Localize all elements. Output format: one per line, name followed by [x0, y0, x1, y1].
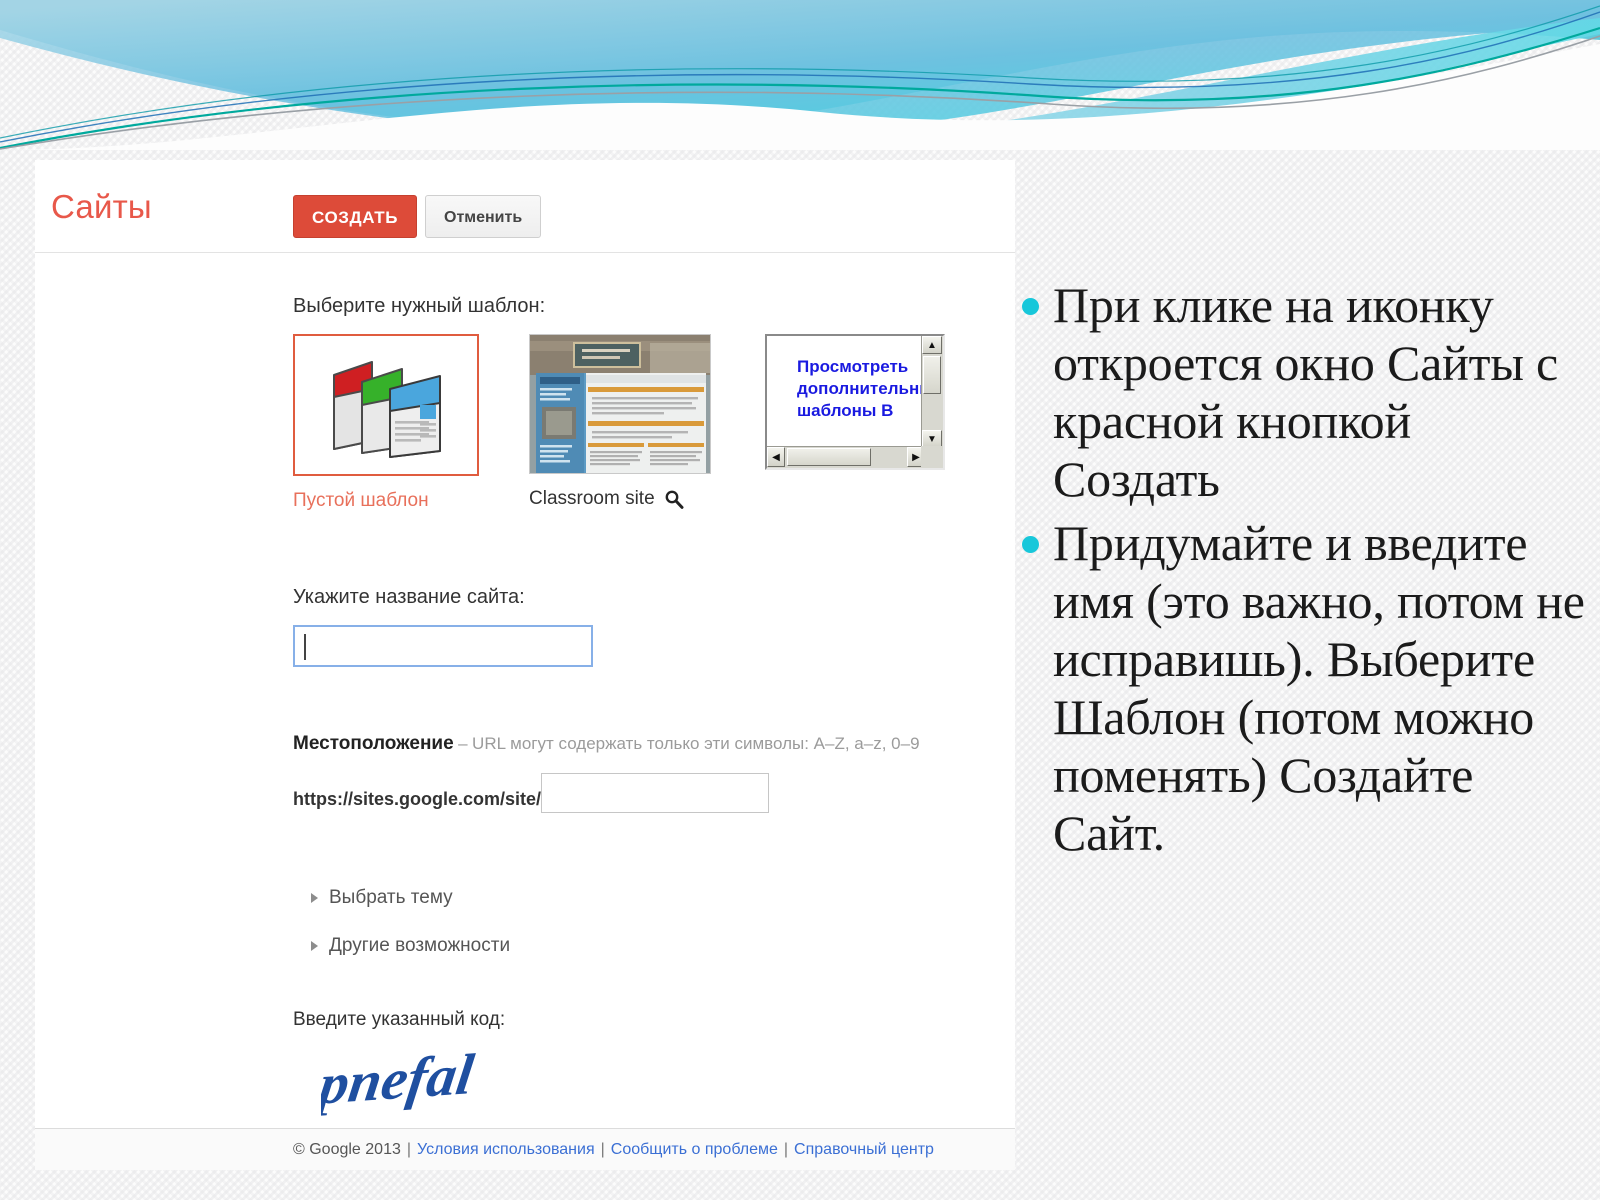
- chevron-right-icon: [311, 941, 318, 951]
- horizontal-scroll-thumb[interactable]: [787, 448, 871, 466]
- classroom-template-label-row: Classroom site: [529, 488, 719, 510]
- more-templates-box[interactable]: Просмотреть дополнительные шаблоны В ▲ ▼…: [765, 334, 945, 470]
- sites-form: Выберите нужный шаблон: Пустой шаблон Cl…: [35, 253, 1015, 1117]
- sites-footer: © Google 2013 | Условия использования | …: [35, 1128, 1015, 1170]
- footer-link-report[interactable]: Сообщить о проблеме: [611, 1141, 778, 1159]
- disclosure-select-theme[interactable]: Выбрать тему: [311, 887, 1015, 909]
- scrollbar-corner: [921, 446, 943, 468]
- location-dash: –: [458, 734, 468, 753]
- footer-separator: |: [600, 1140, 605, 1158]
- url-prefix: https://sites.google.com/site/: [293, 789, 542, 809]
- search-icon[interactable]: [664, 489, 684, 509]
- vertical-scroll-thumb[interactable]: [923, 356, 941, 394]
- classroom-template-thumbnail[interactable]: [529, 334, 711, 474]
- vertical-scrollbar[interactable]: ▲ ▼: [921, 336, 943, 448]
- scroll-left-icon[interactable]: ◀: [767, 447, 785, 467]
- bullet-dot-icon: [1022, 536, 1039, 553]
- footer-link-terms[interactable]: Условия использования: [417, 1141, 595, 1159]
- classroom-preview-image: [530, 335, 710, 473]
- sites-logo: Сайты: [51, 188, 152, 225]
- location-url-row: https://sites.google.com/site/: [293, 773, 1015, 813]
- notes-panel: При клике на иконку откроется окно Сайты…: [1022, 276, 1590, 868]
- footer-separator: |: [406, 1140, 412, 1158]
- note-text: При клике на иконку откроется окно Сайты…: [1053, 277, 1559, 507]
- blank-template-icon: [333, 361, 441, 458]
- note-text: Придумайте и введите имя (это важно, пот…: [1053, 515, 1585, 861]
- footer-link-help[interactable]: Справочный центр: [794, 1141, 934, 1159]
- template-section-label: Выберите нужный шаблон:: [293, 295, 546, 317]
- chevron-right-icon: [311, 893, 318, 903]
- create-button[interactable]: СОЗДАТЬ: [293, 195, 418, 238]
- site-name-label: Укажите название сайта:: [293, 586, 525, 608]
- sites-toolbar: Сайты СОЗДАТЬ Отменить: [35, 160, 1015, 252]
- bullet-dot-icon: [1022, 298, 1039, 315]
- cancel-button[interactable]: Отменить: [425, 195, 542, 238]
- blank-template-label[interactable]: Пустой шаблон: [293, 490, 483, 512]
- classroom-template-label[interactable]: Classroom site: [529, 488, 655, 510]
- horizontal-scrollbar[interactable]: ◀ ▶: [767, 446, 925, 468]
- template-option-more[interactable]: Просмотреть дополнительные шаблоны В ▲ ▼…: [765, 334, 955, 470]
- location-input[interactable]: [541, 773, 770, 813]
- captcha-label: Введите указанный код:: [293, 1009, 506, 1030]
- text-caret: [304, 634, 306, 660]
- footer-separator: |: [783, 1140, 789, 1158]
- captcha-text: pnefal: [321, 1045, 478, 1117]
- disclosure-more-options[interactable]: Другие возможности: [311, 935, 1015, 957]
- more-templates-link[interactable]: Просмотреть дополнительные шаблоны В: [797, 356, 929, 452]
- captcha-image: pnefal: [310, 1042, 478, 1117]
- note-bullet-item: При клике на иконку откроется окно Сайты…: [1022, 276, 1590, 508]
- site-name-input[interactable]: [293, 625, 593, 667]
- blank-template-thumbnail[interactable]: [293, 334, 479, 476]
- location-label: Местоположение: [293, 733, 454, 754]
- scroll-up-icon[interactable]: ▲: [922, 336, 942, 354]
- footer-copyright: © Google 2013: [293, 1140, 401, 1158]
- location-label-row: Местоположение – URL могут содержать тол…: [293, 733, 1015, 755]
- template-option-blank[interactable]: Пустой шаблон: [293, 334, 483, 512]
- template-chooser: Пустой шаблон Classroom site Просмотреть…: [293, 334, 1015, 512]
- google-sites-window: Сайты СОЗДАТЬ Отменить Выберите нужный ш…: [35, 160, 1015, 1170]
- note-bullet-item: Придумайте и введите имя (это важно, пот…: [1022, 514, 1590, 862]
- disclosure-select-theme-label: Выбрать тему: [329, 887, 453, 908]
- disclosure-more-options-label: Другие возможности: [329, 935, 511, 956]
- template-option-classroom[interactable]: Classroom site: [529, 334, 719, 510]
- location-hint: URL могут содержать только эти символы: …: [472, 734, 920, 753]
